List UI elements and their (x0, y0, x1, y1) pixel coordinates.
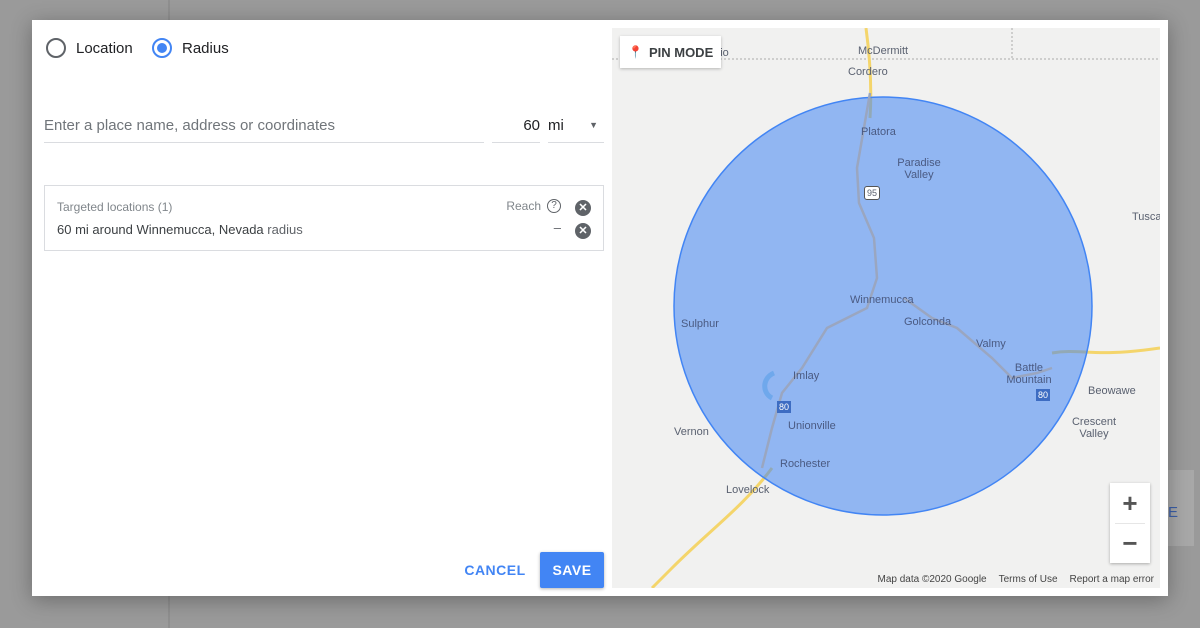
place-label: Platora (861, 126, 896, 138)
interstate-shield: 80 (777, 401, 792, 413)
place-label: Crescent Valley (1071, 416, 1117, 440)
reach-label: Reach? (506, 199, 561, 213)
place-label: Lovelock (726, 484, 770, 496)
map[interactable]: McDermitt Cordero enio Platora Paradise … (612, 28, 1160, 588)
place-label: Vernon (674, 426, 709, 438)
pin-mode-button[interactable]: 📍 PIN MODE (620, 36, 722, 68)
unit-select[interactable]: mi ▼ (548, 108, 604, 143)
place-label: Tusca (1132, 211, 1160, 223)
radius-value[interactable]: 60 (523, 117, 540, 134)
radius-circle (673, 96, 1093, 516)
terms-link[interactable]: Terms of Use (999, 574, 1058, 585)
place-label: Winnemucca (850, 294, 914, 306)
report-error-link[interactable]: Report a map error (1070, 574, 1154, 585)
place-label: Valmy (976, 338, 1006, 350)
radio-radius[interactable]: Radius (152, 38, 229, 58)
zoom-out-button[interactable]: − (1110, 523, 1150, 563)
radio-circle (152, 38, 172, 58)
row-reach: – (553, 220, 561, 235)
place-label: Paradise Valley (897, 157, 941, 181)
place-label: Imlay (793, 370, 820, 382)
interstate-shield: 80 (1036, 389, 1051, 401)
cancel-button[interactable]: CANCEL (460, 552, 530, 588)
radio-circle (46, 38, 66, 58)
highway-shield: 95 (864, 186, 881, 200)
place-label: McDermitt (858, 45, 909, 57)
help-icon[interactable]: ? (547, 199, 561, 213)
place-label: Battle Mountain (1006, 362, 1052, 386)
divider (1115, 523, 1145, 524)
targeted-header: Targeted locations (1) (57, 200, 173, 214)
place-label: Cordero (848, 66, 888, 78)
place-label: Sulphur (681, 318, 719, 330)
zoom-controls: + − (1110, 483, 1150, 563)
location-dialog: Location Radius 60 mi▼ Targeted location… (32, 20, 1168, 596)
save-button[interactable]: SAVE (540, 552, 604, 588)
pin-icon: 📍 (628, 45, 643, 59)
targeted-row: 60 mi around Winnemucca, Nevada radius (57, 222, 303, 237)
place-label: Golconda (904, 316, 952, 328)
zoom-in-button[interactable]: + (1110, 483, 1150, 523)
search-input[interactable] (44, 116, 484, 134)
chevron-down-icon: ▼ (589, 120, 598, 130)
remove-all-icon[interactable]: ✕ (575, 200, 591, 216)
map-graphics (612, 28, 1160, 588)
radio-location[interactable]: Location (46, 38, 133, 58)
targeted-locations: Targeted locations (1) Reach? ✕ 60 mi ar… (44, 185, 604, 251)
place-label: Beowawe (1088, 385, 1136, 397)
map-attribution: Map data ©2020 Google Terms of Use Repor… (877, 574, 1154, 585)
radius-field[interactable]: 60 (492, 108, 540, 143)
remove-row-icon[interactable]: ✕ (575, 223, 591, 239)
place-label: Rochester (780, 458, 831, 470)
place-label: Unionville (788, 420, 836, 432)
search-field[interactable] (44, 108, 484, 143)
